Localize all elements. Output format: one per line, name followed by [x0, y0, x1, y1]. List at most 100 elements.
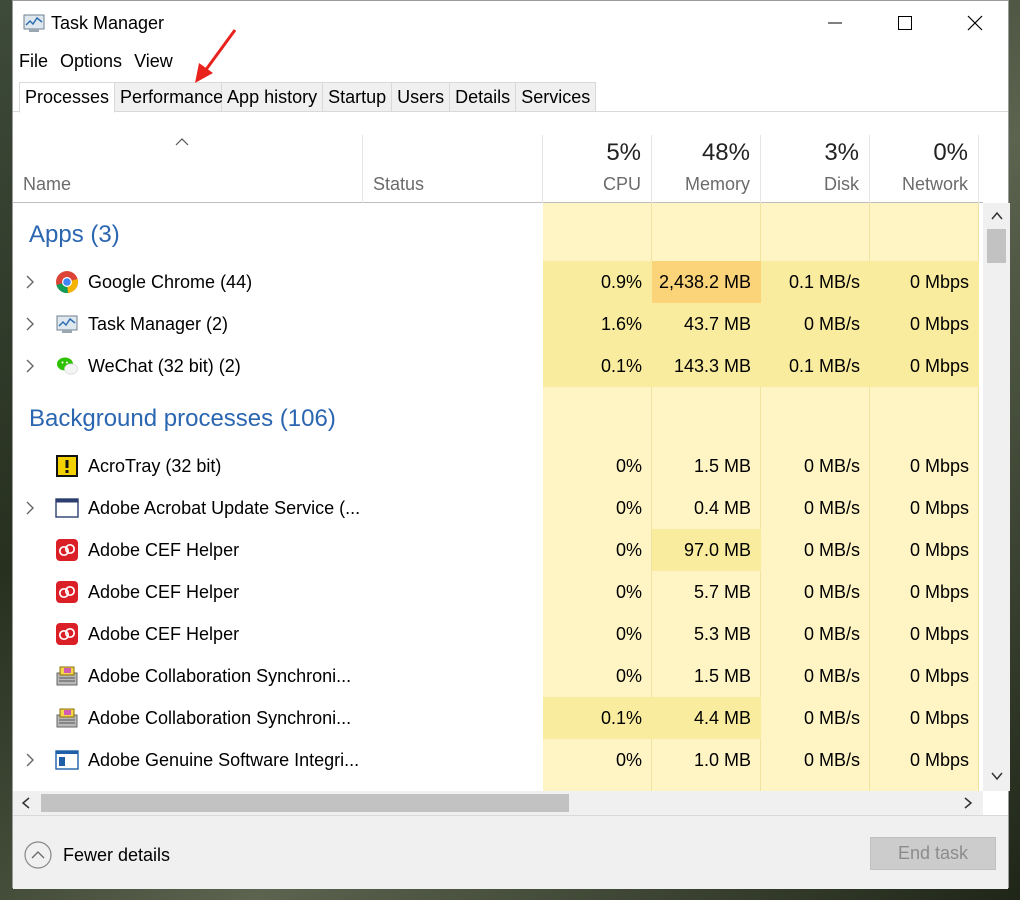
column-disk-label: Disk	[824, 174, 859, 194]
process-row[interactable]: Adobe CEF Helper 0% 5.3 MB 0 MB/s 0 Mbps	[13, 613, 983, 655]
collaboration-sync-icon	[55, 664, 79, 688]
tab-users[interactable]: Users	[392, 82, 451, 112]
column-cpu-header[interactable]: 5% CPU	[543, 135, 652, 203]
wechat-icon	[55, 354, 79, 378]
minimize-icon	[828, 22, 842, 24]
process-row[interactable]: Adobe CEF Helper 0% 97.0 MB 0 MB/s 0 Mbps	[13, 529, 983, 571]
process-disk: 0.1 MB/s	[761, 345, 870, 387]
group-apps-title: Apps (3)	[29, 221, 120, 248]
tab-startup[interactable]: Startup	[323, 82, 393, 112]
expand-chevron-icon[interactable]	[25, 753, 35, 767]
process-row[interactable]: Adobe Genuine Software Integri... 0% 1.0 M…	[13, 739, 983, 781]
collaboration-sync-icon	[55, 706, 79, 730]
process-name: Adobe Collaboration Synchroni...	[88, 666, 352, 686]
tab-app-history[interactable]: App history	[222, 82, 324, 112]
expand-chevron-icon[interactable]	[25, 359, 35, 373]
group-background: Background processes (106)	[13, 387, 983, 445]
menu-file[interactable]: File	[13, 47, 54, 75]
task-manager-icon	[55, 312, 79, 336]
process-network: 0 Mbps	[909, 540, 969, 560]
horizontal-scrollbar[interactable]	[13, 791, 983, 815]
window-title: Task Manager	[51, 13, 165, 33]
close-button[interactable]	[940, 1, 1010, 45]
process-row[interactable]: Adobe Collaboration Synchroni... 0.1% 4.4 …	[13, 697, 983, 739]
process-name: Adobe Collaboration Synchroni...	[88, 708, 352, 728]
process-row[interactable]: WeChat (32 bit) (2) 0.1% 143.3 MB 0.1 MB/s 0…	[13, 345, 983, 387]
process-row[interactable]: Google Chrome (44) 0.9% 2,438.2 MB 0.1 MB/s…	[13, 261, 983, 303]
expand-chevron-icon[interactable]	[25, 317, 35, 331]
process-disk: 0 MB/s	[803, 708, 860, 728]
expand-chevron-icon[interactable]	[25, 275, 35, 289]
group-background-title: Background processes (106)	[29, 405, 336, 432]
scroll-left-icon[interactable]	[21, 797, 31, 809]
tab-services[interactable]: Services	[516, 82, 597, 112]
process-network: 0 Mbps	[909, 456, 969, 476]
fewer-details-link[interactable]: Fewer details	[63, 845, 170, 866]
cpu-total-percent: 5%	[606, 139, 641, 166]
column-memory-header[interactable]: 48% Memory	[652, 135, 761, 203]
process-network: 0 Mbps	[909, 624, 969, 644]
process-memory: 143.3 MB	[652, 345, 761, 387]
process-cpu: 0%	[615, 498, 642, 518]
column-status-header[interactable]: Status	[363, 135, 543, 203]
menu-view[interactable]: View	[128, 47, 179, 75]
disk-total-percent: 3%	[824, 139, 859, 166]
column-name-header[interactable]: Name	[13, 135, 363, 203]
scroll-up-icon[interactable]	[991, 211, 1003, 221]
acrotray-icon	[55, 454, 79, 478]
process-cpu: 0%	[615, 624, 642, 644]
process-memory: 4.4 MB	[652, 697, 761, 739]
vertical-scrollbar[interactable]	[983, 203, 1010, 791]
process-name: Google Chrome (44)	[88, 272, 253, 292]
column-disk-header[interactable]: 3% Disk	[761, 135, 870, 203]
process-name: Adobe CEF Helper	[88, 624, 240, 644]
process-name: Adobe CEF Helper	[88, 540, 240, 560]
adobe-cc-icon	[55, 622, 79, 646]
maximize-button[interactable]	[870, 1, 940, 45]
process-cpu: 0.1%	[543, 345, 652, 387]
process-network: 0 Mbps	[870, 345, 979, 387]
maximize-icon	[898, 16, 912, 30]
process-disk: 0 MB/s	[803, 498, 860, 518]
service-window-icon	[55, 496, 79, 520]
collapse-circle-icon[interactable]	[23, 840, 53, 870]
footer-bar: Fewer details End task	[13, 815, 1008, 889]
expand-chevron-icon[interactable]	[25, 501, 35, 515]
process-disk: 0 MB/s	[803, 666, 860, 686]
title-bar: Task Manager	[13, 1, 1008, 45]
column-network-header[interactable]: 0% Network	[870, 135, 979, 203]
process-row[interactable]: Adobe Collaboration Synchroni... 0% 1.5 MB…	[13, 655, 983, 697]
process-row[interactable]: Adobe CEF Helper 0% 5.7 MB 0 MB/s 0 Mbps	[13, 571, 983, 613]
process-memory: 1.0 MB	[693, 750, 751, 770]
tab-processes[interactable]: Processes	[19, 82, 116, 113]
scroll-down-icon[interactable]	[991, 771, 1003, 781]
column-cpu-label: CPU	[602, 174, 641, 194]
minimize-button[interactable]	[800, 1, 870, 45]
process-row[interactable]: AcroTray (32 bit) 0% 1.5 MB 0 MB/s 0 Mbps	[13, 445, 983, 487]
process-memory: 97.0 MB	[652, 529, 761, 571]
process-memory: 5.7 MB	[693, 582, 751, 602]
vertical-scroll-thumb[interactable]	[987, 229, 1006, 263]
process-name: WeChat (32 bit) (2)	[88, 356, 241, 376]
scroll-right-icon[interactable]	[963, 797, 973, 809]
tab-details[interactable]: Details	[450, 82, 517, 112]
process-memory: 2,438.2 MB	[652, 261, 761, 303]
process-network: 0 Mbps	[909, 708, 969, 728]
tab-performance[interactable]: Performance	[115, 82, 223, 112]
process-cpu: 0.1%	[543, 697, 652, 739]
process-memory: 43.7 MB	[652, 303, 761, 345]
process-network: 0 Mbps	[909, 498, 969, 518]
process-row[interactable]: Adobe Acrobat Update Service (... 0% 0.4 M…	[13, 487, 983, 529]
menu-options[interactable]: Options	[54, 47, 128, 75]
process-network: 0 Mbps	[870, 261, 979, 303]
genuine-software-icon	[55, 748, 79, 772]
end-task-button[interactable]: End task	[870, 837, 996, 870]
process-network: 0 Mbps	[909, 666, 969, 686]
horizontal-scroll-thumb[interactable]	[41, 794, 569, 812]
process-network: 0 Mbps	[909, 582, 969, 602]
process-disk: 0 MB/s	[803, 582, 860, 602]
process-name: Adobe CEF Helper	[88, 582, 240, 602]
adobe-cc-icon	[55, 538, 79, 562]
process-cpu: 1.6%	[543, 303, 652, 345]
process-row[interactable]: Task Manager (2) 1.6% 43.7 MB 0 MB/s 0 Mbps	[13, 303, 983, 345]
